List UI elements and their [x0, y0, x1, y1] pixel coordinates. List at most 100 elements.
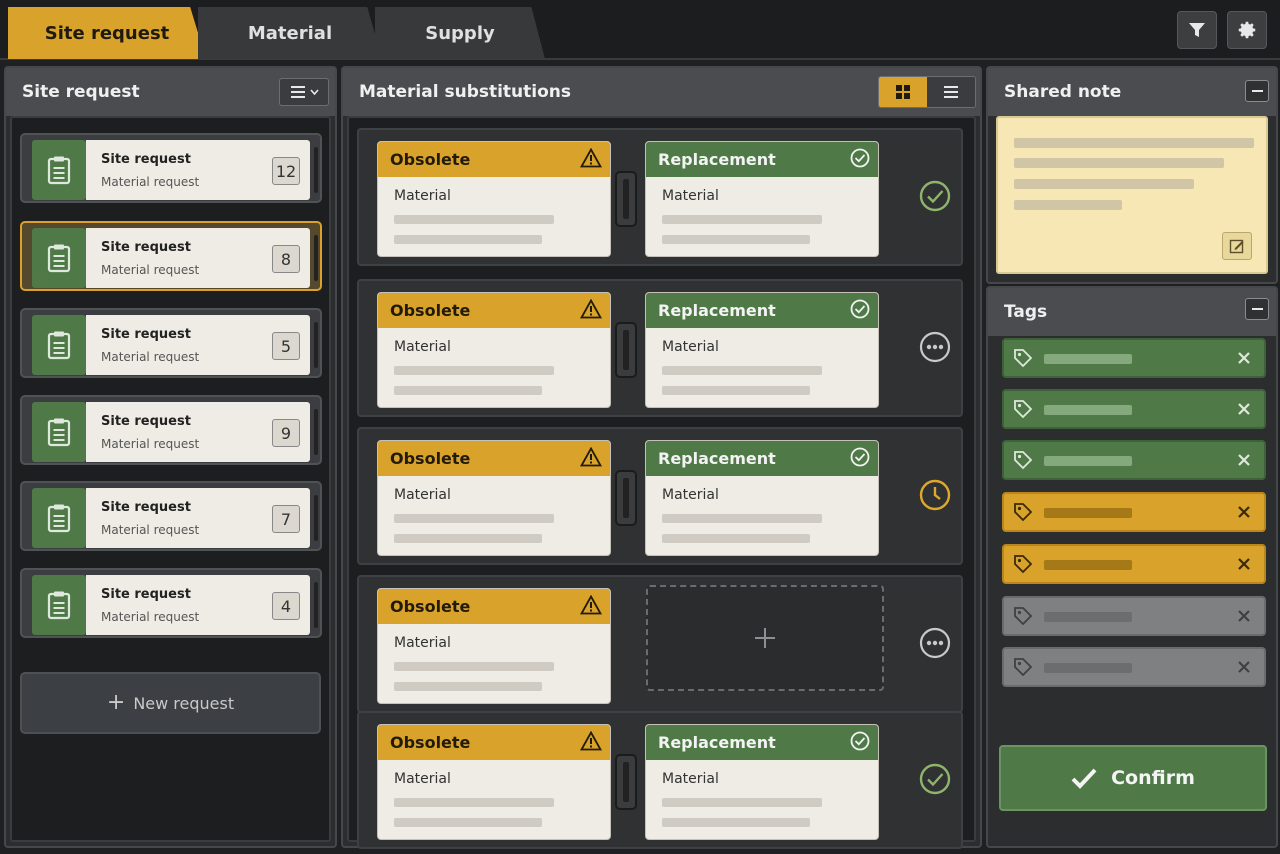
pending-clock-icon[interactable] — [918, 478, 954, 514]
approved-check-icon[interactable] — [918, 762, 954, 798]
placeholder-line — [662, 386, 810, 395]
card-title: Obsolete — [390, 301, 471, 320]
tab-supply[interactable]: Supply — [375, 7, 545, 59]
grid-icon — [896, 85, 910, 99]
obsolete-material-card[interactable]: Obsolete Material — [377, 440, 611, 556]
request-card[interactable]: Site request Material request 8 — [20, 221, 322, 291]
remove-tag-icon[interactable] — [1234, 348, 1254, 372]
tag-chip[interactable] — [1002, 440, 1266, 480]
tab-label: Site request — [44, 22, 170, 44]
panel-header: Tags — [988, 288, 1276, 336]
more-options-icon[interactable] — [918, 626, 954, 662]
request-title: Site request — [101, 500, 191, 515]
placeholder-line — [662, 534, 810, 543]
card-title: Obsolete — [390, 733, 471, 752]
tag-chip[interactable] — [1002, 544, 1266, 584]
warning-icon — [579, 594, 603, 619]
replacement-material-card[interactable]: Replacement Material — [645, 292, 879, 408]
approved-check-icon[interactable] — [918, 179, 954, 215]
card-header: Replacement — [646, 293, 878, 328]
drag-handle[interactable] — [314, 495, 318, 541]
material-label: Material — [394, 771, 451, 787]
card-title: Replacement — [658, 150, 776, 169]
new-request-button[interactable]: + New request — [20, 672, 321, 734]
tab-site-request[interactable]: Site request — [8, 7, 206, 59]
shared-note[interactable] — [996, 116, 1268, 274]
tag-chip[interactable] — [1002, 596, 1266, 636]
request-card[interactable]: Site request Material request 5 — [20, 308, 322, 378]
warning-icon — [579, 730, 603, 755]
request-count-badge: 7 — [272, 505, 300, 533]
remove-tag-icon[interactable] — [1234, 606, 1254, 630]
grid-view-button[interactable] — [879, 77, 927, 107]
remove-tag-icon[interactable] — [1234, 554, 1254, 578]
placeholder-line — [662, 366, 822, 375]
replacement-material-card[interactable]: Replacement Material — [645, 440, 879, 556]
request-card[interactable]: Site request Material request 9 — [20, 395, 322, 465]
list-view-button[interactable] — [927, 77, 975, 107]
request-card[interactable]: Site request Material request 12 — [20, 133, 322, 203]
tag-chip[interactable] — [1002, 389, 1266, 429]
gear-icon — [1238, 21, 1256, 39]
request-title: Site request — [101, 414, 191, 429]
edit-note-button[interactable] — [1222, 232, 1252, 260]
placeholder-line — [662, 235, 810, 244]
request-count-badge: 12 — [272, 157, 300, 185]
add-replacement-slot[interactable] — [646, 585, 884, 691]
warning-icon — [579, 147, 603, 172]
request-count-badge: 5 — [272, 332, 300, 360]
tag-chip[interactable] — [1002, 647, 1266, 687]
request-title: Site request — [101, 327, 191, 342]
placeholder-line — [394, 534, 542, 543]
obsolete-material-card[interactable]: Obsolete Material — [377, 141, 611, 257]
drag-handle[interactable] — [314, 409, 318, 455]
remove-tag-icon[interactable] — [1234, 399, 1254, 423]
drag-handle[interactable] — [314, 322, 318, 368]
more-options-icon[interactable] — [918, 330, 954, 366]
tag-chip[interactable] — [1002, 492, 1266, 532]
tag-icon — [1013, 348, 1033, 372]
obsolete-material-card[interactable]: Obsolete Material — [377, 724, 611, 840]
drag-handle[interactable] — [314, 582, 318, 628]
material-label: Material — [662, 487, 719, 503]
obsolete-material-card[interactable]: Obsolete Material — [377, 588, 611, 704]
tag-icon — [1013, 450, 1033, 474]
list-menu-button[interactable] — [279, 78, 329, 106]
note-text-line — [1014, 138, 1254, 148]
card-header: Obsolete — [378, 293, 610, 328]
tag-label-placeholder — [1044, 405, 1132, 415]
card-title: Replacement — [658, 301, 776, 320]
material-label: Material — [394, 635, 451, 651]
tab-material[interactable]: Material — [198, 7, 382, 59]
remove-tag-icon[interactable] — [1234, 657, 1254, 681]
panel-title: Site request — [22, 82, 140, 102]
remove-tag-icon[interactable] — [1234, 502, 1254, 526]
collapse-note-button[interactable] — [1245, 80, 1269, 102]
drag-handle[interactable] — [314, 235, 318, 281]
confirm-button[interactable]: Confirm — [999, 745, 1267, 811]
request-card[interactable]: Site request Material request 7 — [20, 481, 322, 551]
card-title: Obsolete — [390, 597, 471, 616]
settings-button[interactable] — [1227, 11, 1267, 49]
link-connector — [615, 171, 637, 227]
remove-tag-icon[interactable] — [1234, 450, 1254, 474]
replacement-material-card[interactable]: Replacement Material — [645, 724, 879, 840]
placeholder-line — [394, 514, 554, 523]
warning-icon — [579, 298, 603, 323]
placeholder-line — [394, 215, 554, 224]
drag-handle[interactable] — [314, 147, 318, 193]
request-card[interactable]: Site request Material request 4 — [20, 568, 322, 638]
panel-title: Shared note — [1004, 82, 1122, 102]
card-title: Replacement — [658, 733, 776, 752]
plus-icon — [755, 628, 775, 648]
tag-chip[interactable] — [1002, 338, 1266, 378]
replacement-material-card[interactable]: Replacement Material — [645, 141, 879, 257]
tab-label: Material — [247, 22, 333, 44]
request-subtitle: Material request — [101, 523, 200, 537]
filter-button[interactable] — [1177, 11, 1217, 49]
obsolete-material-card[interactable]: Obsolete Material — [377, 292, 611, 408]
note-text-line — [1014, 179, 1194, 189]
placeholder-line — [662, 514, 822, 523]
collapse-tags-button[interactable] — [1245, 298, 1269, 320]
placeholder-line — [394, 682, 542, 691]
